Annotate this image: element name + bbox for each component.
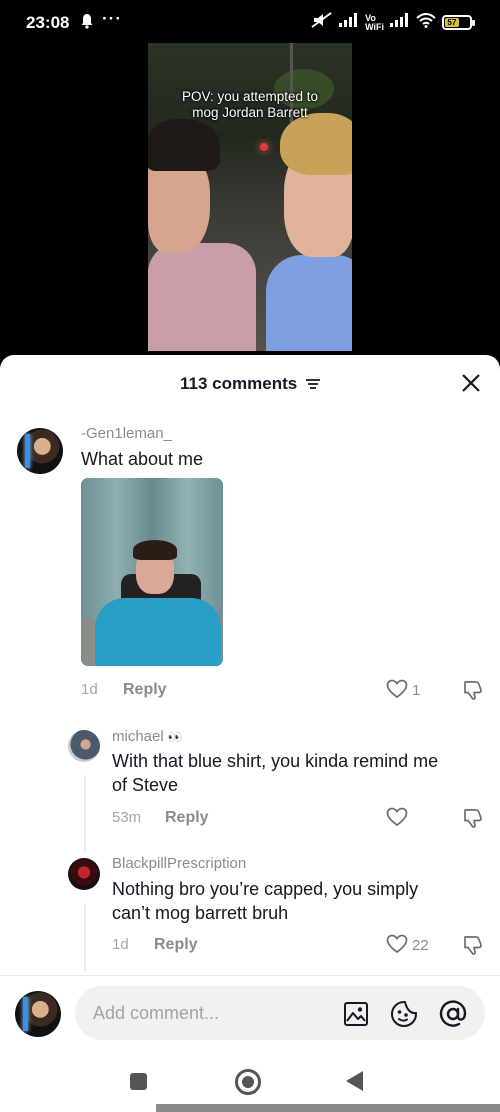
reply-username[interactable]: BlackpillPrescription (112, 855, 246, 872)
dislike-icon[interactable] (461, 934, 483, 961)
battery-level: 57 (445, 18, 459, 27)
reply-button[interactable]: Reply (165, 809, 209, 827)
vowifi-bottom: WiFi (365, 21, 384, 32)
status-time: 23:08 (26, 13, 70, 32)
comments-count[interactable]: 113 comments (0, 374, 500, 395)
image-icon[interactable] (343, 1001, 369, 1032)
wifi-icon (416, 12, 436, 33)
filter-icon[interactable] (305, 375, 320, 395)
composer-divider (0, 975, 500, 976)
more-notifications-icon: ··· (102, 9, 122, 28)
system-nav-bar (0, 1048, 500, 1112)
back-button[interactable] (346, 1071, 363, 1091)
reply-text-line1: Nothing bro you’re capped, you simply (112, 879, 419, 899)
reply-text-line1: With that blue shirt, you kinda remind m… (112, 751, 439, 771)
video-person-right-hair (280, 113, 352, 175)
status-bar: 23:08 ··· Vo WiFi 57 (0, 0, 500, 48)
home-button[interactable] (235, 1069, 261, 1095)
heart-icon[interactable] (386, 679, 408, 704)
reply-username-text: michael (112, 728, 164, 745)
vowifi-label: Vo WiFi (365, 13, 384, 32)
reply-text-line2: can’t mog barrett bruh (112, 903, 289, 923)
signal-icon-1 (339, 13, 359, 32)
thread-line (84, 775, 86, 853)
reply-text: With that blue shirt, you kinda remind m… (112, 749, 438, 797)
mute-icon (311, 12, 333, 33)
notification-bell-icon (80, 13, 94, 34)
heart-icon[interactable] (386, 934, 408, 959)
avatar[interactable] (68, 730, 100, 762)
mention-icon[interactable] (438, 999, 468, 1034)
comment-photo[interactable] (81, 478, 223, 666)
video-traffic-light (260, 143, 268, 151)
reply-button[interactable]: Reply (123, 681, 167, 699)
avatar[interactable] (17, 428, 63, 474)
close-icon[interactable] (460, 372, 482, 394)
dislike-icon[interactable] (461, 679, 483, 706)
comment-text: What about me (81, 449, 204, 469)
dislike-icon[interactable] (461, 807, 483, 834)
avatar[interactable] (68, 858, 100, 890)
comments-sheet: 113 comments -Gen1leman_ What about me 1… (0, 355, 500, 1112)
reply-time: 53m (112, 809, 142, 826)
video-player[interactable]: POV: you attempted to mog Jordan Barrett (148, 43, 352, 351)
signal-icon-2 (390, 13, 410, 32)
video-caption-line2: mog Jordan Barrett (192, 105, 308, 120)
like-count: 22 (412, 937, 429, 954)
heart-icon[interactable] (386, 807, 408, 832)
emoji-sticker-icon[interactable] (390, 1000, 418, 1033)
comment-username[interactable]: -Gen1leman_ (81, 425, 172, 442)
video-caption: POV: you attempted to mog Jordan Barrett (148, 89, 352, 121)
reply-button[interactable]: Reply (154, 936, 198, 954)
comments-count-label: 113 comments (180, 374, 298, 393)
like-count: 1 (412, 682, 421, 699)
status-icons: Vo WiFi 57 (311, 12, 475, 33)
battery-icon: 57 (442, 15, 475, 30)
video-caption-line1: POV: you attempted to (181, 89, 319, 104)
add-comment-input[interactable] (93, 1003, 333, 1024)
video-person-left (148, 243, 256, 351)
reply-username[interactable]: michael 👀 (112, 728, 183, 745)
comment-time: 1d (81, 681, 98, 698)
comments-header: 113 comments (0, 355, 500, 411)
reply-time: 1d (112, 936, 129, 953)
recents-button[interactable] (130, 1073, 147, 1090)
reply-text: Nothing bro you’re capped, you simply ca… (112, 877, 418, 925)
comment-composer[interactable] (75, 986, 485, 1040)
reply-text-line2: of Steve (112, 775, 179, 795)
video-person-left-hair (148, 119, 220, 171)
thread-line (84, 903, 86, 971)
reply-username-emoji: 👀 (167, 730, 183, 744)
gesture-bar (156, 1104, 500, 1112)
video-person-right (266, 255, 352, 351)
my-avatar[interactable] (15, 991, 61, 1037)
